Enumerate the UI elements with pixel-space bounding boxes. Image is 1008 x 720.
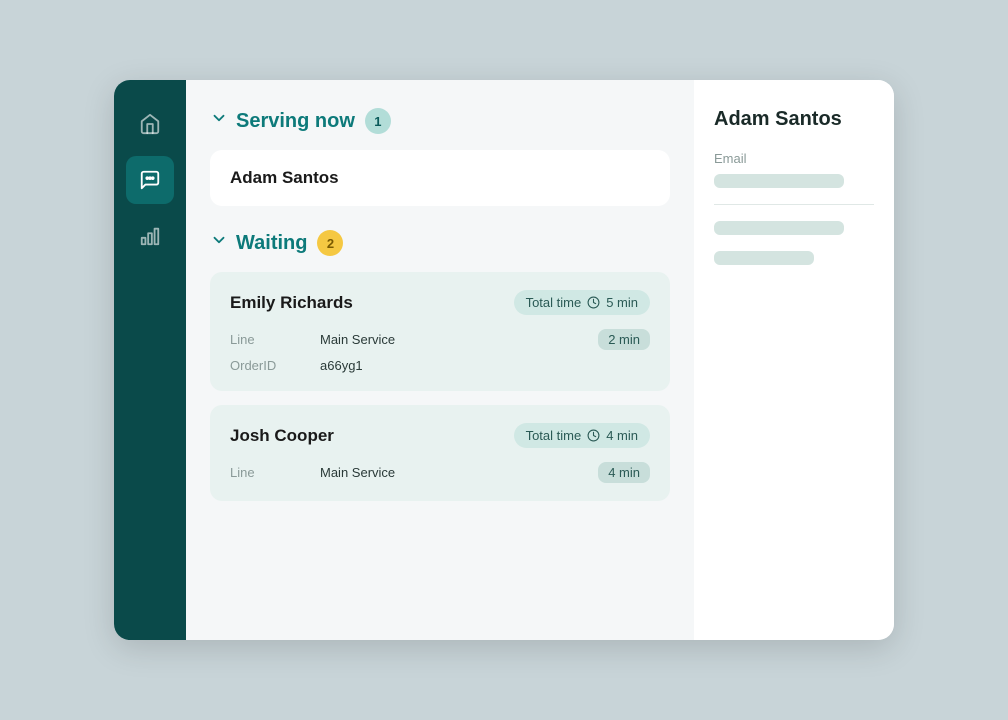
main-content: Serving now 1 Adam Santos Waiting 2 Emil…	[186, 80, 694, 640]
waiting-customer-0-orderid-row: OrderID a66yg1	[230, 358, 650, 373]
panel-field-2	[714, 251, 814, 265]
sidebar	[114, 80, 186, 640]
waiting-customer-1-line-time: 4 min	[598, 462, 650, 483]
right-panel: Adam Santos Email	[694, 80, 894, 640]
waiting-card-0-header: Emily Richards Total time 5 min	[230, 290, 650, 315]
clock-icon-0	[587, 296, 600, 309]
chevron-icon[interactable]	[210, 109, 228, 133]
clock-icon-1	[587, 429, 600, 442]
serving-now-badge: 1	[365, 108, 391, 134]
waiting-title: Waiting	[210, 231, 307, 255]
app-window: Serving now 1 Adam Santos Waiting 2 Emil…	[114, 80, 894, 640]
waiting-customer-1-details: Line Main Service 4 min	[230, 462, 650, 483]
waiting-card-1-header: Josh Cooper Total time 4 min	[230, 423, 650, 448]
waiting-card-1[interactable]: Josh Cooper Total time 4 min Line Main S…	[210, 405, 670, 501]
serving-now-title: Serving now	[210, 109, 355, 133]
waiting-header: Waiting 2	[210, 230, 670, 256]
panel-email-label: Email	[714, 151, 874, 166]
waiting-customer-0-line-time: 2 min	[598, 329, 650, 350]
sidebar-item-home[interactable]	[126, 100, 174, 148]
sidebar-item-chart[interactable]	[126, 212, 174, 260]
waiting-customer-1-line-row: Line Main Service 4 min	[230, 462, 650, 483]
panel-field-1	[714, 221, 844, 235]
waiting-card-0[interactable]: Emily Richards Total time 5 min Line Mai…	[210, 272, 670, 391]
waiting-chevron-icon[interactable]	[210, 231, 228, 255]
panel-email-field	[714, 174, 844, 188]
waiting-customer-0-name: Emily Richards	[230, 293, 353, 313]
panel-divider-1	[714, 204, 874, 205]
serving-customer-name: Adam Santos	[230, 168, 339, 187]
waiting-customer-0-line-row: Line Main Service 2 min	[230, 329, 650, 350]
waiting-customer-0-total-time: Total time 5 min	[514, 290, 650, 315]
waiting-customer-0-details: Line Main Service 2 min OrderID a66yg1	[230, 329, 650, 373]
panel-customer-name: Adam Santos	[714, 108, 874, 131]
waiting-customer-1-name: Josh Cooper	[230, 426, 334, 446]
waiting-customer-1-total-time: Total time 4 min	[514, 423, 650, 448]
serving-now-card[interactable]: Adam Santos	[210, 150, 670, 206]
sidebar-item-chat[interactable]	[126, 156, 174, 204]
serving-now-header: Serving now 1	[210, 108, 670, 134]
waiting-badge: 2	[317, 230, 343, 256]
